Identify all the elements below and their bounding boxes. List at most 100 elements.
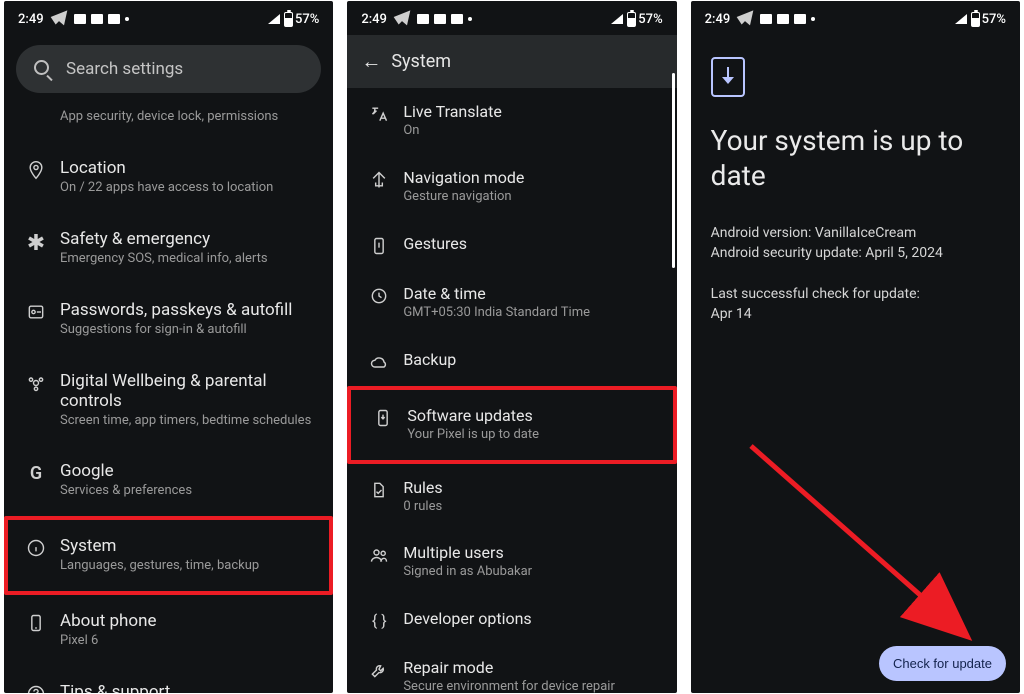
clock-icon [355,284,403,306]
item-title: Software updates [407,406,664,425]
help-icon [12,682,60,693]
rules-icon [355,478,403,500]
phone-system-settings: 2:49 57% ← System Live Translate On Navig… [347,1,676,693]
last-check-value: Apr 14 [711,304,1000,324]
search-placeholder: Search settings [66,59,183,79]
system-item-rules[interactable]: Rules0 rules [347,464,676,530]
notif-more-icon [125,17,129,21]
wrench-icon [355,658,403,680]
battery-icon [971,12,980,27]
navigation-icon [355,168,403,190]
notif-icon [451,14,463,24]
update-icon [359,406,407,428]
item-title: Live Translate [403,102,664,121]
system-item-gestures[interactable]: Gestures [347,220,676,270]
settings-item-tips[interactable]: Tips & support Help articles, phone & ch… [4,666,333,693]
system-item-backup[interactable]: Backup [347,336,676,386]
item-subtitle: Emergency SOS, medical info, alerts [60,251,321,268]
gesture-icon [355,234,403,256]
system-item-live-translate[interactable]: Live Translate On [347,88,676,154]
item-subtitle: Services & preferences [60,483,321,500]
item-subtitle: On / 22 apps have access to location [60,180,321,197]
battery-icon [284,12,293,27]
item-title: Developer options [403,609,664,628]
passkey-icon [12,300,60,322]
item-subtitle: Languages, gestures, time, backup [60,558,317,575]
phone-settings-root: 2:49 57% Search settings App security, d… [4,1,333,693]
notif-icon [760,14,772,24]
status-bar: 2:49 57% [691,1,1020,35]
wifi-icon [955,14,967,24]
notif-icon [108,14,120,24]
telegram-icon [392,7,412,31]
battery-icon [627,12,636,27]
system-item-repair[interactable]: Repair mode Secure environment for device… [347,644,676,693]
location-icon [12,158,60,180]
search-icon [34,60,52,78]
clock: 2:49 [705,12,731,27]
notif-icon [91,14,103,24]
last-check-label: Last successful check for update: [711,284,1000,304]
google-icon: G [12,461,60,484]
asterisk-icon: ✱ [12,229,60,256]
settings-item-google[interactable]: G Google Services & preferences [4,445,333,516]
wifi-icon [611,14,623,24]
system-item-navigation[interactable]: Navigation modeGesture navigation [347,154,676,220]
clock: 2:49 [18,12,44,27]
settings-item-location[interactable]: Location On / 22 apps have access to loc… [4,142,333,213]
item-title: Rules [403,478,664,497]
annotation-arrow [731,431,1011,661]
item-subtitle: App security, device lock, permissions [60,109,321,126]
item-title: Repair mode [403,658,664,677]
item-subtitle: On [403,123,664,140]
telegram-icon [49,7,69,31]
system-settings-list: Live Translate On Navigation modeGesture … [347,88,676,693]
settings-item-passwords[interactable]: Passwords, passkeys & autofill Suggestio… [4,284,333,355]
system-item-multiusers[interactable]: Multiple usersSigned in as Abubakar [347,529,676,595]
settings-item-system[interactable]: System Languages, gestures, time, backup [4,516,333,595]
clock: 2:49 [361,12,387,27]
item-subtitle: Screen time, app timers, bedtime schedul… [60,413,321,430]
scrollbar[interactable] [672,73,675,268]
wifi-icon [268,14,280,24]
item-title: Gestures [403,234,664,253]
item-title: Backup [403,350,664,369]
header-bar: ← System [347,35,676,88]
item-title: System [60,536,317,556]
notif-icon [434,14,446,24]
phone-icon [12,611,60,633]
translate-icon [355,102,403,124]
back-button[interactable]: ← [351,49,391,74]
item-subtitle: GMT+05:30 India Standard Time [403,305,664,322]
battery-pct: 57% [295,12,319,27]
system-item-developer[interactable]: { } Developer options [347,595,676,644]
update-heading: Your system is up to date [711,123,1000,193]
system-item-software-updates[interactable]: Software updatesYour Pixel is up to date [347,386,676,464]
item-subtitle: Pixel 6 [60,633,321,650]
settings-item-wellbeing[interactable]: Digital Wellbeing & parental controls Sc… [4,355,333,446]
item-title: About phone [60,611,321,631]
item-subtitle: Signed in as Abubakar [403,564,664,581]
notif-more-icon [811,17,815,21]
settings-item-safety[interactable]: ✱ Safety & emergency Emergency SOS, medi… [4,213,333,284]
notif-icon [794,14,806,24]
battery-pct: 57% [638,12,662,27]
system-item-datetime[interactable]: Date & timeGMT+05:30 India Standard Time [347,270,676,336]
phone-update-status: 2:49 57% Your system is up to date Andro… [691,1,1020,693]
android-version-line: Android version: VanillaIceCream [711,223,1000,243]
search-settings-field[interactable]: Search settings [16,45,321,93]
notif-icon [74,14,86,24]
notif-icon [777,14,789,24]
telegram-icon [735,7,755,31]
settings-item-about[interactable]: About phone Pixel 6 [4,595,333,666]
check-for-update-button[interactable]: Check for update [879,646,1006,681]
cloud-icon [355,350,403,372]
braces-icon: { } [355,609,403,630]
info-icon [12,536,60,558]
settings-item-security[interactable]: App security, device lock, permissions [4,97,333,142]
item-title: Digital Wellbeing & parental controls [60,371,321,411]
item-subtitle: Secure environment for device repair [403,679,664,693]
security-update-line: Android security update: April 5, 2024 [711,243,1000,263]
users-icon [355,543,403,565]
download-icon [711,57,745,97]
